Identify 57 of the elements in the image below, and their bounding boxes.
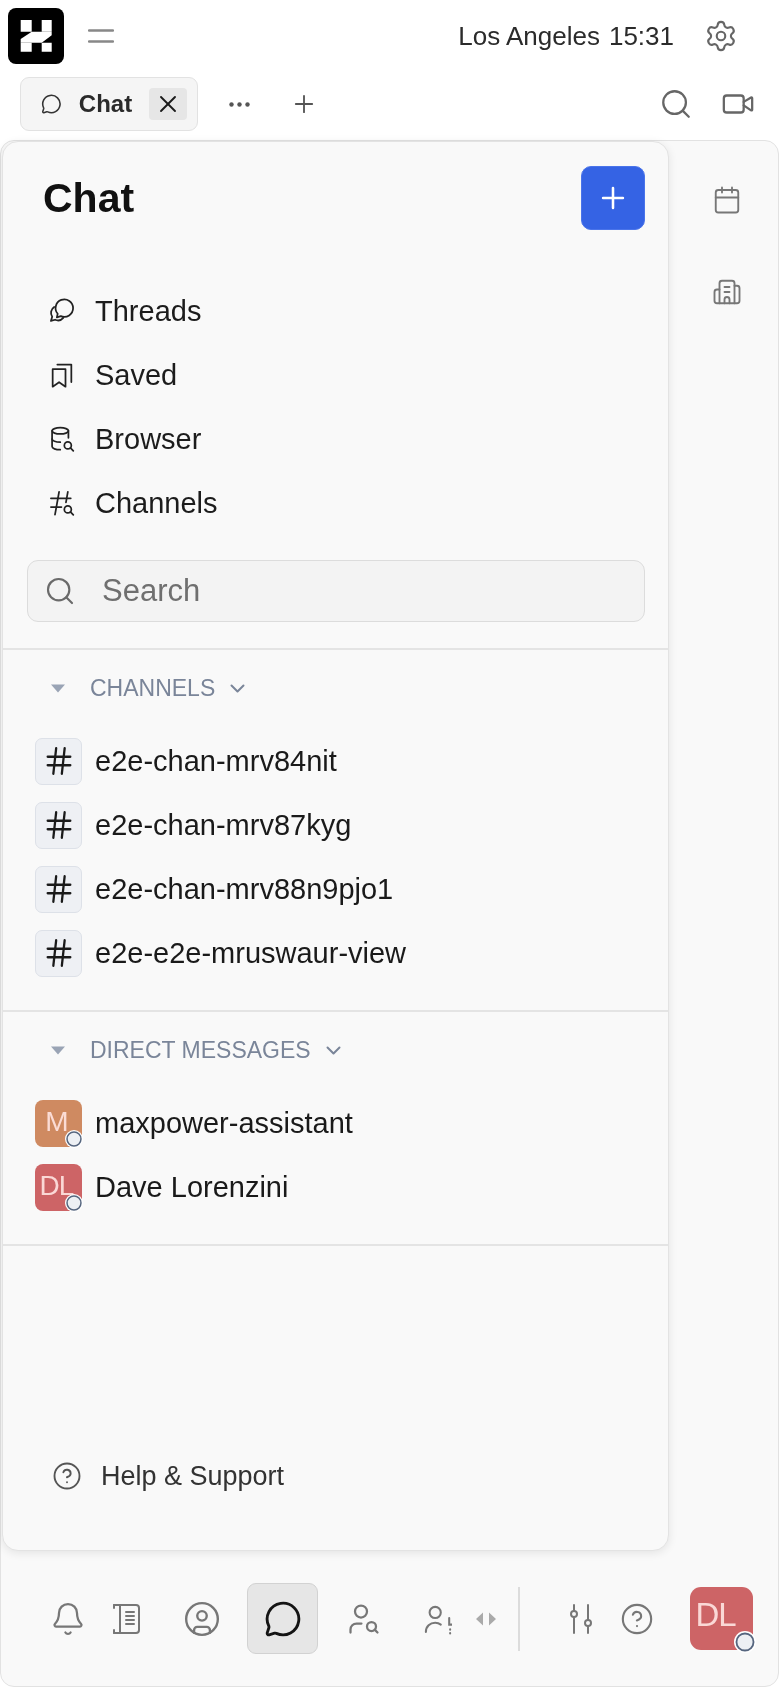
- menu-icon: [88, 29, 114, 43]
- settings-button[interactable]: [704, 19, 738, 53]
- avatar-initials: M: [45, 1107, 68, 1136]
- hash-search-icon: [48, 489, 76, 517]
- hash-icon: [35, 801, 82, 849]
- dock-button[interactable]: [247, 1583, 318, 1654]
- new-chat-button[interactable]: [581, 166, 645, 230]
- calendar-icon: [712, 185, 742, 215]
- settings-icon: [704, 19, 738, 53]
- nav-item[interactable]: Channels: [3, 471, 668, 535]
- help-icon: [620, 1601, 654, 1636]
- hash-icon: [35, 737, 82, 785]
- section-title: CHANNELS: [90, 674, 216, 702]
- user-circle-icon: [183, 1599, 221, 1638]
- chat-icon: [263, 1599, 302, 1638]
- app-logo: [8, 8, 64, 64]
- search-field[interactable]: Search: [27, 560, 645, 622]
- close-tab-button[interactable]: [149, 88, 187, 120]
- chat-bubbles-icon: [48, 297, 76, 325]
- direct-message-item[interactable]: M maxpower-assistant: [3, 1091, 668, 1155]
- chat-icon: [41, 93, 62, 115]
- help-support-link[interactable]: Help & Support: [3, 1444, 668, 1508]
- section-header[interactable]: DIRECT MESSAGES: [3, 1030, 668, 1070]
- search-icon: [44, 575, 76, 607]
- search-icon: [659, 87, 693, 121]
- bell-icon: [50, 1600, 86, 1637]
- sliders-icon: [568, 1603, 594, 1634]
- chevron-down-icon: [325, 1045, 341, 1055]
- section-title: DIRECT MESSAGES: [90, 1036, 311, 1064]
- avatar-initials: DL: [695, 1597, 736, 1631]
- notebook-icon: [112, 1603, 140, 1634]
- channel-item[interactable]: e2e-chan-mrv84nit: [3, 729, 668, 793]
- hash-icon: [35, 929, 82, 977]
- nav-item[interactable]: Saved: [3, 343, 668, 407]
- chat-tab[interactable]: Chat: [20, 77, 198, 131]
- help-icon: [52, 1461, 82, 1491]
- direct-message-item[interactable]: DL Dave Lorenzini: [3, 1155, 668, 1219]
- clock-time: 15:31: [608, 20, 674, 52]
- channel-item[interactable]: e2e-chan-mrv88n9pjo1: [3, 857, 668, 921]
- menu-button[interactable]: [88, 29, 114, 43]
- chevron-down-icon: [230, 683, 246, 693]
- location-label: Los Angeles: [458, 20, 600, 52]
- building-button[interactable]: [712, 277, 742, 307]
- building-icon: [712, 277, 742, 307]
- more-icon: [229, 101, 250, 107]
- section-header[interactable]: CHANNELS: [3, 668, 668, 708]
- nav-item[interactable]: Browser: [3, 407, 668, 471]
- calendar-button[interactable]: [712, 185, 742, 215]
- channel-item[interactable]: e2e-e2e-mruswaur-view: [3, 921, 668, 985]
- hash-icon: [35, 865, 82, 913]
- channel-item[interactable]: e2e-chan-mrv87kyg: [3, 793, 668, 857]
- avatar-initials: DL: [39, 1171, 74, 1200]
- left-right-arrows-icon: [475, 1611, 497, 1626]
- database-search-icon: [48, 425, 76, 453]
- search-input[interactable]: Search: [102, 573, 644, 609]
- panel-title: Chat: [43, 174, 135, 222]
- nav-item[interactable]: Threads: [3, 279, 668, 343]
